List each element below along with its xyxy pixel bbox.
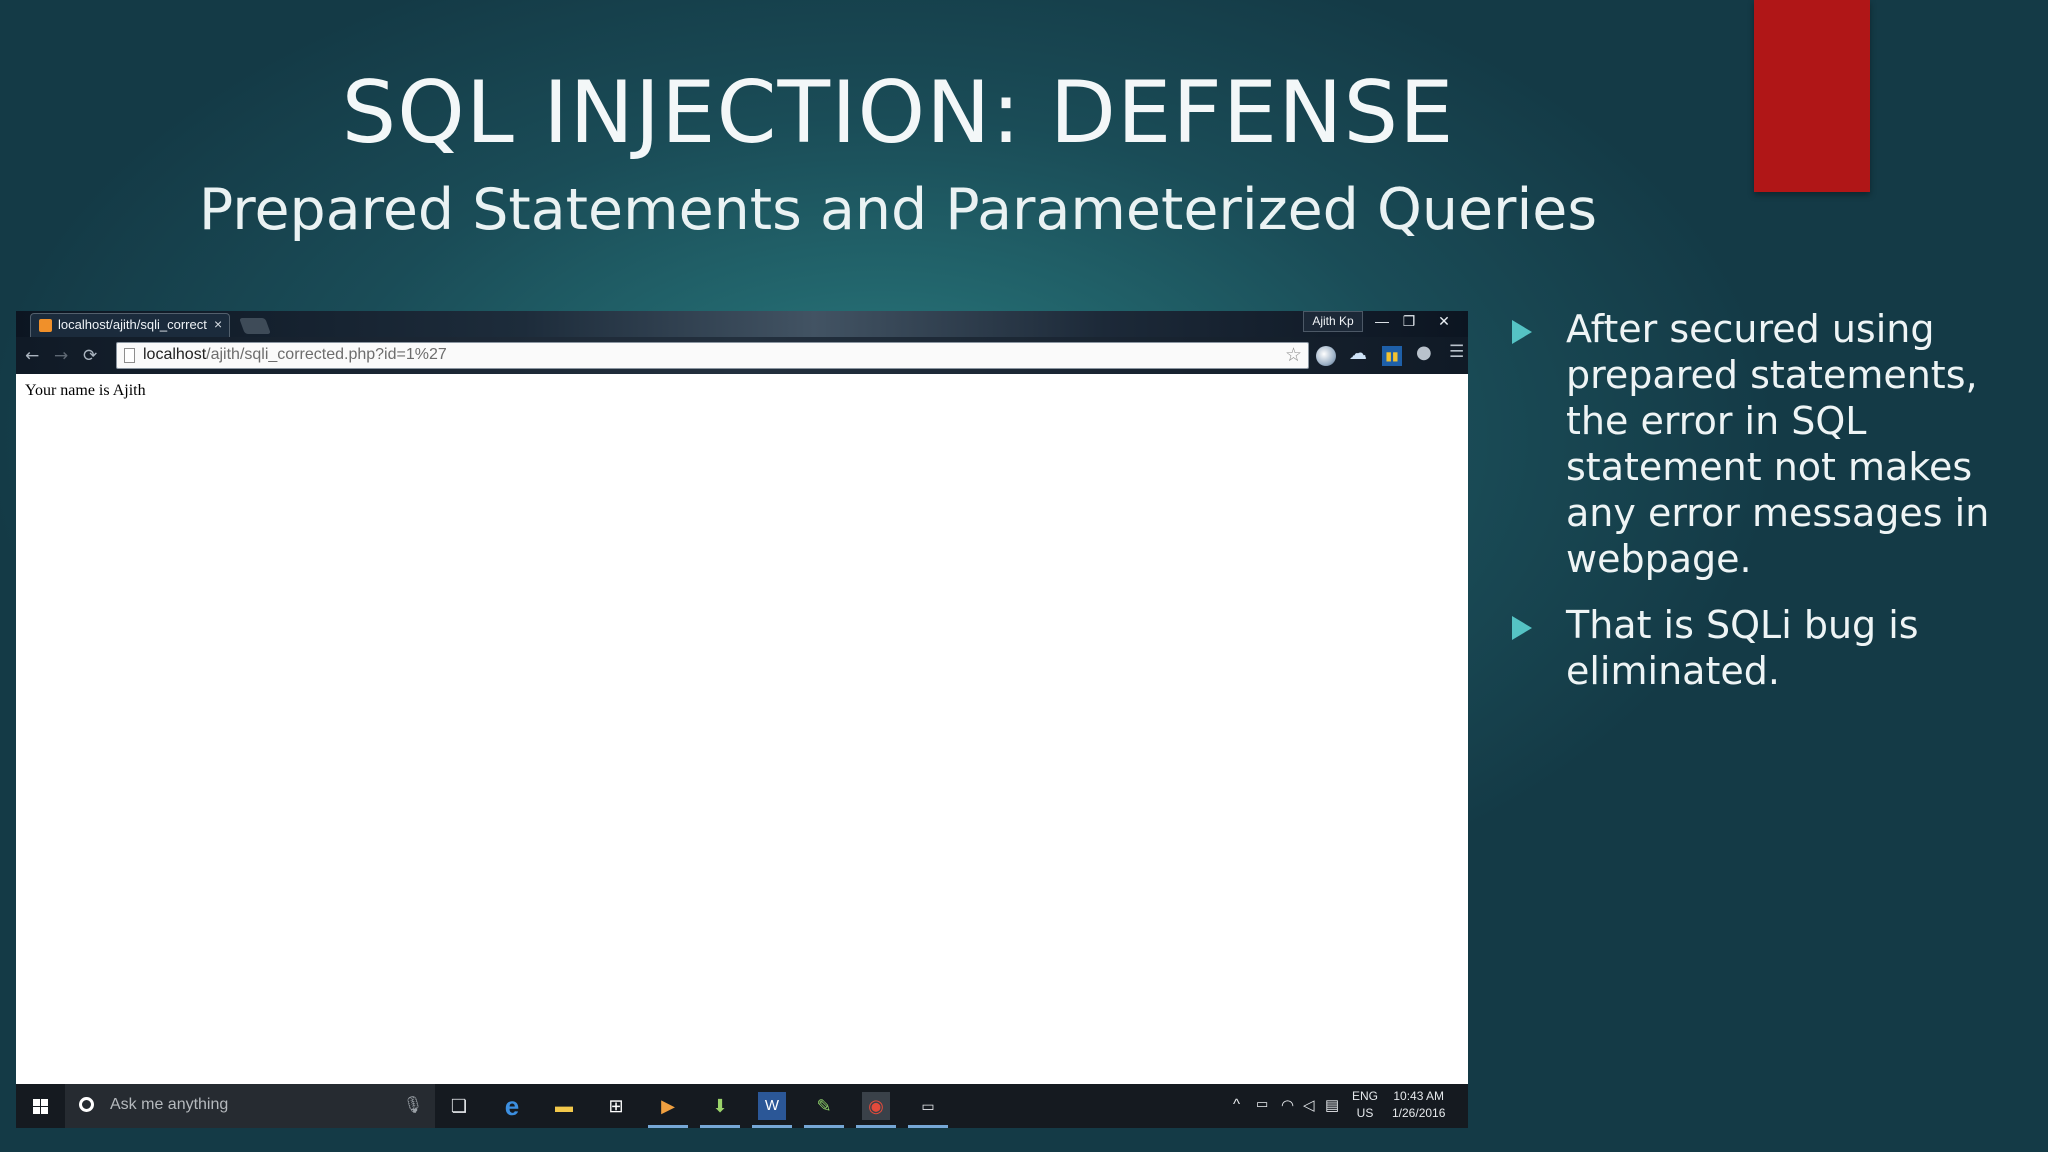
wifi-icon[interactable]: ◠: [1281, 1096, 1294, 1114]
webpage-content: Your name is Ajith: [16, 374, 1468, 1084]
chrome-icon[interactable]: ◉: [856, 1092, 896, 1128]
system-clock[interactable]: 10:43 AM 1/26/2016: [1392, 1088, 1445, 1122]
globe-icon[interactable]: [1316, 346, 1336, 366]
browser-screenshot: localhost/ajith/sqli_correct × Ajith Kp …: [16, 311, 1468, 1128]
red-accent-bar: [1754, 0, 1870, 192]
tab-close-icon[interactable]: ×: [214, 316, 222, 332]
favicon-icon: [39, 319, 52, 332]
language-code: ENG: [1352, 1089, 1379, 1103]
url-host: localhost: [143, 346, 207, 363]
battery-icon[interactable]: ▭: [1256, 1096, 1268, 1112]
chart-icon[interactable]: ▮▮: [1382, 346, 1402, 366]
microphone-icon[interactable]: 🎙: [403, 1095, 423, 1114]
show-hidden-icons-icon[interactable]: ^: [1233, 1096, 1240, 1113]
new-tab-button[interactable]: [239, 318, 271, 334]
search-placeholder: Ask me anything: [110, 1096, 229, 1113]
windows-logo-icon: [33, 1099, 48, 1114]
bullet-item: That is SQLi bug is eliminated.: [1510, 602, 2030, 694]
word-icon[interactable]: W: [752, 1092, 792, 1128]
bullet-arrow-icon: [1512, 616, 1532, 640]
clock-time: 10:43 AM: [1393, 1089, 1445, 1103]
menu-icon[interactable]: ☰: [1449, 342, 1468, 362]
bullet-item: After secured using prepared statements,…: [1510, 306, 2030, 582]
cortana-icon: [79, 1097, 94, 1112]
bullet-text: After secured using prepared statements,…: [1566, 307, 1990, 581]
back-icon[interactable]: ←: [25, 346, 39, 366]
store-icon[interactable]: ⊞: [602, 1092, 630, 1120]
minimize-icon[interactable]: —: [1369, 311, 1395, 331]
file-explorer-icon[interactable]: ▬: [550, 1092, 578, 1120]
region-code: US: [1356, 1106, 1374, 1120]
browser-titlebar: localhost/ajith/sqli_correct × Ajith Kp …: [16, 311, 1468, 337]
cortana-search-box[interactable]: Ask me anything 🎙: [65, 1084, 435, 1128]
cloud-icon[interactable]: ☁: [1349, 343, 1369, 364]
volume-icon[interactable]: ◁: [1303, 1096, 1315, 1114]
page-text: Your name is Ajith: [25, 382, 146, 399]
media-player-icon[interactable]: ▶: [648, 1092, 688, 1128]
edge-icon[interactable]: e: [498, 1092, 526, 1120]
page-icon: [124, 348, 135, 363]
address-bar[interactable]: localhost/ajith/sqli_corrected.php?id=1%…: [116, 342, 1309, 369]
windows-taskbar: Ask me anything 🎙 ❏ e ▬ ⊞ ▶ ⬇ W ✎ ◉ ▭ ^ …: [16, 1084, 1468, 1128]
bullet-text: That is SQLi bug is eliminated.: [1566, 603, 1919, 693]
close-window-icon[interactable]: ✕: [1428, 311, 1460, 331]
restore-icon[interactable]: ❐: [1396, 311, 1422, 331]
reload-icon[interactable]: ⟳: [83, 346, 97, 366]
forward-icon[interactable]: →: [54, 346, 68, 366]
bookmark-star-icon[interactable]: ☆: [1285, 344, 1302, 366]
bullet-list: After secured using prepared statements,…: [1510, 306, 2030, 714]
slide-title: SQL INJECTION: DEFENSE: [341, 63, 1455, 163]
start-button[interactable]: [16, 1084, 64, 1128]
terminal-icon[interactable]: ▭: [908, 1092, 948, 1128]
slide-subtitle: Prepared Statements and Parameterized Qu…: [198, 177, 1598, 243]
notifications-icon[interactable]: ▤: [1325, 1096, 1339, 1114]
language-indicator[interactable]: ENG US: [1352, 1088, 1378, 1122]
url-path: /ajith/sqli_corrected.php?id=1%27: [206, 346, 447, 363]
profile-button[interactable]: Ajith Kp: [1303, 311, 1363, 332]
browser-toolbar: ← → ⟳ localhost/ajith/sqli_corrected.php…: [16, 337, 1468, 374]
task-view-icon[interactable]: ❏: [445, 1092, 473, 1120]
clock-date: 1/26/2016: [1392, 1106, 1446, 1120]
notepad-icon[interactable]: ✎: [804, 1092, 844, 1128]
tab-title: localhost/ajith/sqli_correct: [58, 317, 207, 332]
downloads-icon[interactable]: ⬇: [700, 1092, 740, 1128]
browser-tab[interactable]: localhost/ajith/sqli_correct ×: [30, 313, 230, 337]
bullet-arrow-icon: [1512, 320, 1532, 344]
url-text[interactable]: localhost/ajith/sqli_corrected.php?id=1%…: [143, 346, 447, 364]
person-icon[interactable]: ●: [1416, 342, 1436, 363]
